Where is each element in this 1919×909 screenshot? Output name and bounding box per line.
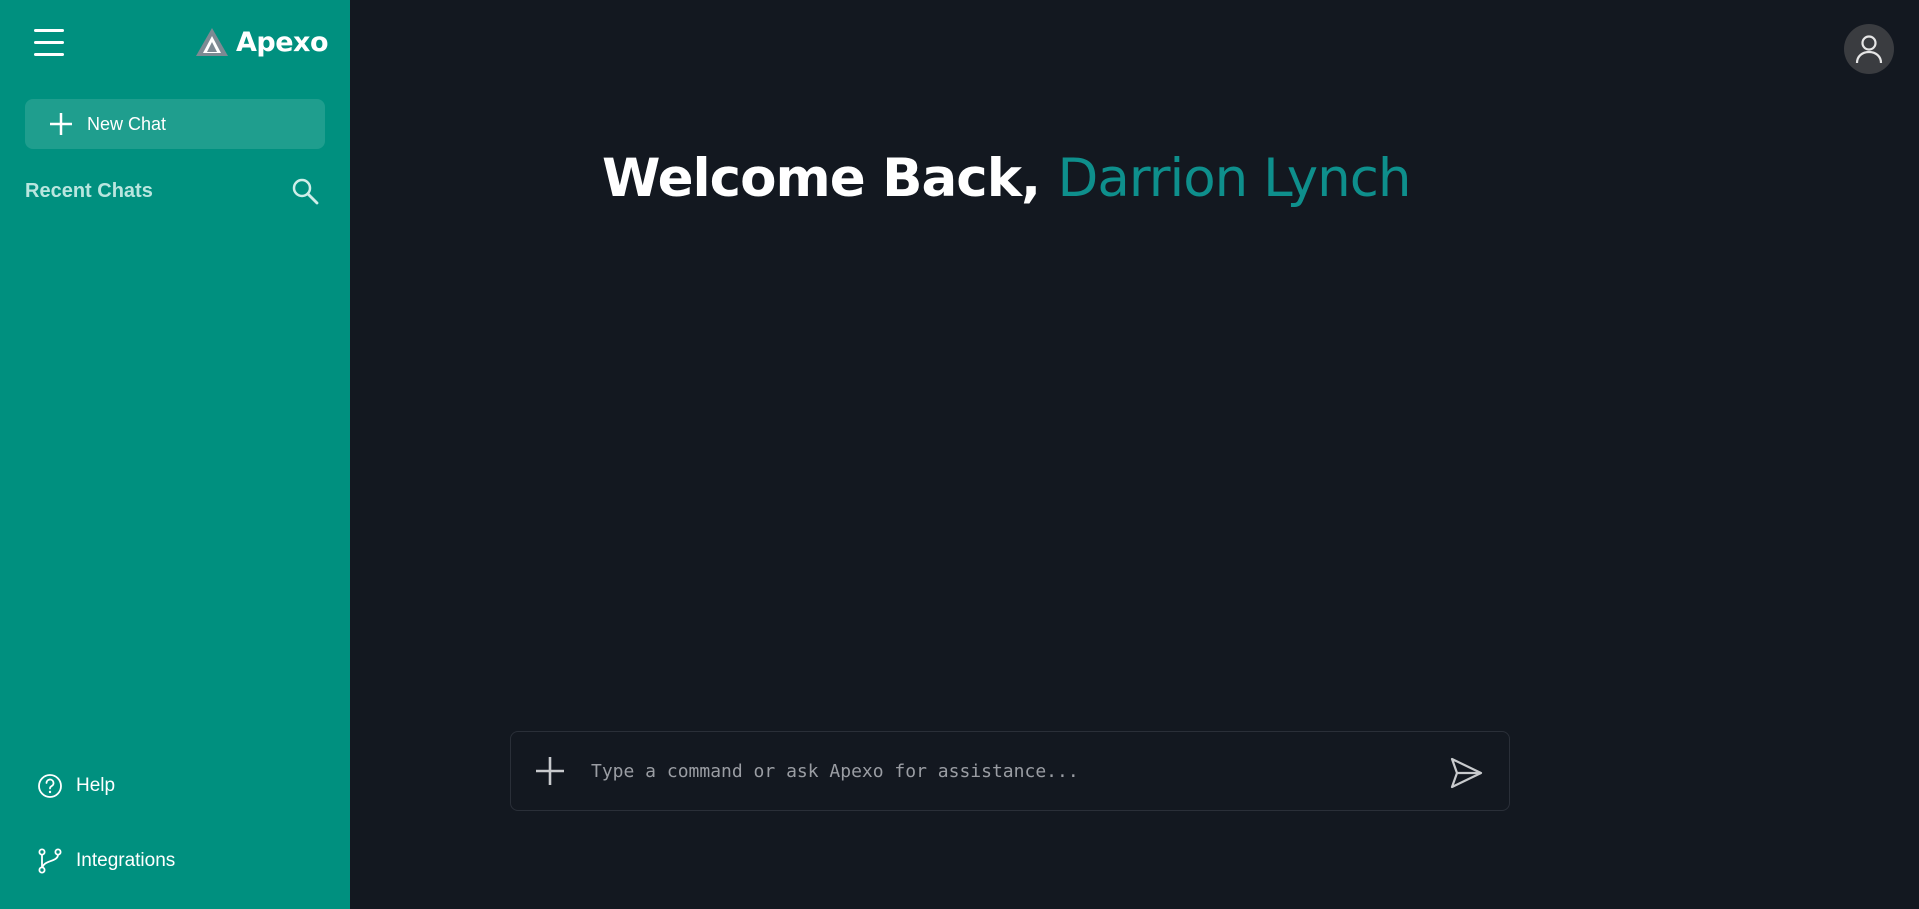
triangle-logo-icon [196, 28, 228, 56]
integrations-label: Integrations [76, 850, 176, 871]
user-name: Darrion Lynch [1057, 148, 1412, 209]
new-chat-button[interactable]: New Chat [25, 99, 325, 149]
app-root: Apexo New Chat Recent Chats Help Integra… [0, 0, 1919, 909]
welcome-prefix: Welcome Back, [602, 148, 1058, 209]
brand-name: Apexo [236, 26, 329, 58]
help-link[interactable]: Help [36, 770, 115, 802]
help-label: Help [76, 775, 116, 796]
integrations-link[interactable]: Integrations [36, 845, 175, 877]
plus-icon[interactable] [533, 754, 567, 788]
plus-icon [50, 113, 72, 135]
user-icon [1855, 35, 1883, 64]
user-avatar-button[interactable] [1844, 24, 1894, 74]
chat-input[interactable] [591, 752, 1411, 790]
welcome-heading: Welcome Back, Darrion Lynch [602, 148, 1412, 209]
git-branch-icon [38, 848, 62, 874]
recent-chats-title: Recent Chats [25, 180, 153, 202]
new-chat-label: New Chat [87, 113, 167, 134]
question-circle-icon [38, 774, 62, 798]
chat-composer [510, 731, 1510, 811]
sidebar: Apexo New Chat Recent Chats Help Integra… [0, 0, 350, 909]
send-icon[interactable] [1447, 754, 1485, 792]
search-icon[interactable] [290, 176, 320, 206]
hamburger-menu-icon[interactable] [32, 26, 68, 60]
brand[interactable]: Apexo [194, 24, 329, 60]
